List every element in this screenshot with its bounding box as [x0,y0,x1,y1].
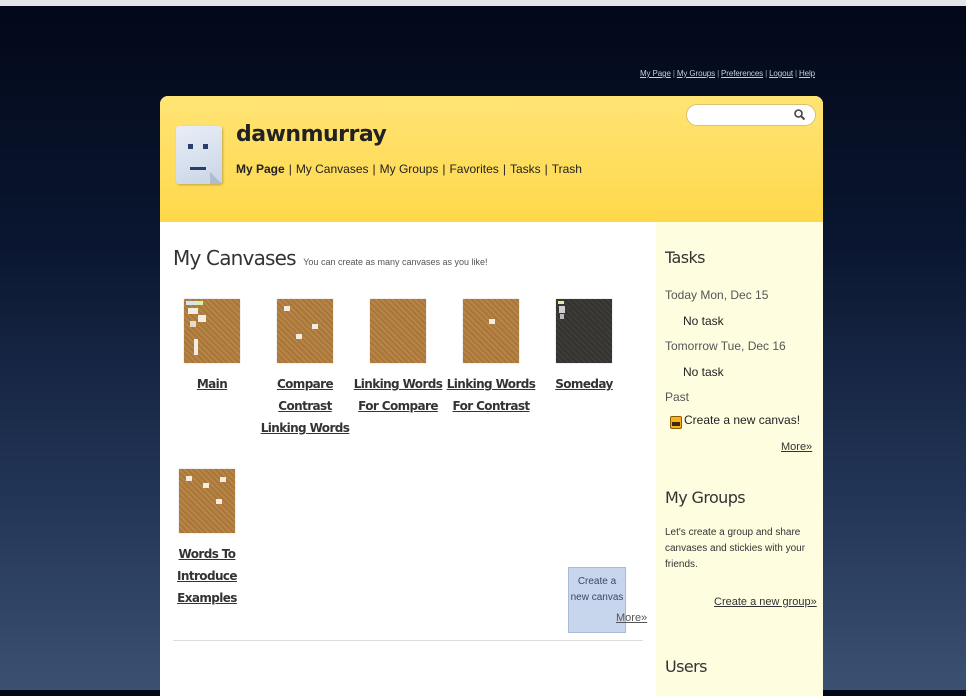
tasks-tomorrow-label: Tomorrow Tue, Dec 16 [665,339,786,353]
username: dawnmurray [236,122,387,147]
nav-trash[interactable]: Trash [552,162,582,176]
tasks-heading: Tasks [665,248,705,267]
avatar-mouth-icon [190,167,206,170]
canvases-section: My Canvases You can create as many canva… [160,222,656,696]
canvas-label[interactable]: Compare Contrast Linking Words [258,373,352,439]
canvas-grid: Main Compare Contrast Linking Words Link… [160,222,656,696]
canvas-item-linking-compare[interactable]: Linking Words For Compare [351,299,445,417]
top-link-my-groups[interactable]: My Groups [677,69,715,78]
avatar-eye-icon [203,144,208,149]
tasks-tomorrow-item: No task [683,365,724,379]
tasks-today-label: Today Mon, Dec 15 [665,288,769,302]
canvas-label[interactable]: Words To Introduce Examples [172,543,242,609]
canvases-more-link[interactable]: More» [616,612,647,624]
sidebar: Tasks Today Mon, Dec 15 No task Tomorrow… [656,222,823,696]
nav-my-canvases[interactable]: My Canvases [296,162,369,176]
search-icon[interactable] [793,108,807,122]
tasks-today-item: No task [683,314,724,328]
nav-tasks[interactable]: Tasks [510,162,541,176]
canvas-item-someday[interactable]: Someday [537,299,631,395]
search-input[interactable] [695,107,795,123]
create-group-link[interactable]: Create a new group» [714,596,817,608]
avatar-fold-icon [210,172,222,184]
top-link-help[interactable]: Help [799,69,815,78]
separator: | [544,162,548,176]
separator: | [288,162,292,176]
canvas-item-linking-contrast[interactable]: Linking Words For Contrast [444,299,538,417]
profile-nav: My Page | My Canvases | My Groups | Favorites |… [236,162,582,176]
separator: | [765,69,768,78]
separator: | [372,162,376,176]
nav-my-groups[interactable]: My Groups [380,162,439,176]
groups-description: Let's create a group and share canvases … [665,527,806,570]
separator: | [717,69,720,78]
users-heading: Users [665,657,707,676]
profile-header: dawnmurray My Page | My Canvases | My Groups… [160,96,823,222]
nav-my-page[interactable]: My Page [236,162,285,176]
canvas-label[interactable]: Linking Words For Contrast [444,373,538,417]
nav-favorites[interactable]: Favorites [449,162,498,176]
canvas-thumbnail [370,299,426,363]
separator: | [794,69,797,78]
separator: | [502,162,506,176]
tasks-past-label: Past [665,390,690,404]
separator: | [672,69,675,78]
canvas-item-main[interactable]: Main [165,299,259,395]
canvas-thumbnail [184,299,240,363]
main-card: dawnmurray My Page | My Canvases | My Groups… [160,96,823,696]
tasks-past-item[interactable]: Create a new canvas! [684,413,800,427]
top-link-preferences[interactable]: Preferences [721,69,763,78]
canvas-label[interactable]: Someday [537,373,631,395]
canvas-label[interactable]: Main [165,373,259,395]
canvas-item-words-to-introduce[interactable]: Words To Introduce Examples [172,469,242,609]
top-links: My Page | My Groups | Preferences | Logout | Hel… [640,69,815,78]
top-link-my-page[interactable]: My Page [640,69,671,78]
tasks-more-link[interactable]: More» [781,441,812,453]
task-icon [670,416,682,429]
canvas-item-compare-contrast[interactable]: Compare Contrast Linking Words [258,299,352,439]
canvas-label[interactable]: Linking Words For Compare [351,373,445,417]
canvas-thumbnail [463,299,519,363]
canvas-thumbnail [179,469,235,533]
canvas-thumbnail [277,299,333,363]
avatar-eye-icon [188,144,193,149]
groups-heading: My Groups [665,488,746,507]
top-link-logout[interactable]: Logout [769,69,793,78]
divider [173,640,643,641]
canvas-thumbnail [556,299,612,363]
browser-top-strip [0,0,966,6]
avatar [176,126,222,184]
search-box [686,104,816,126]
separator: | [442,162,446,176]
